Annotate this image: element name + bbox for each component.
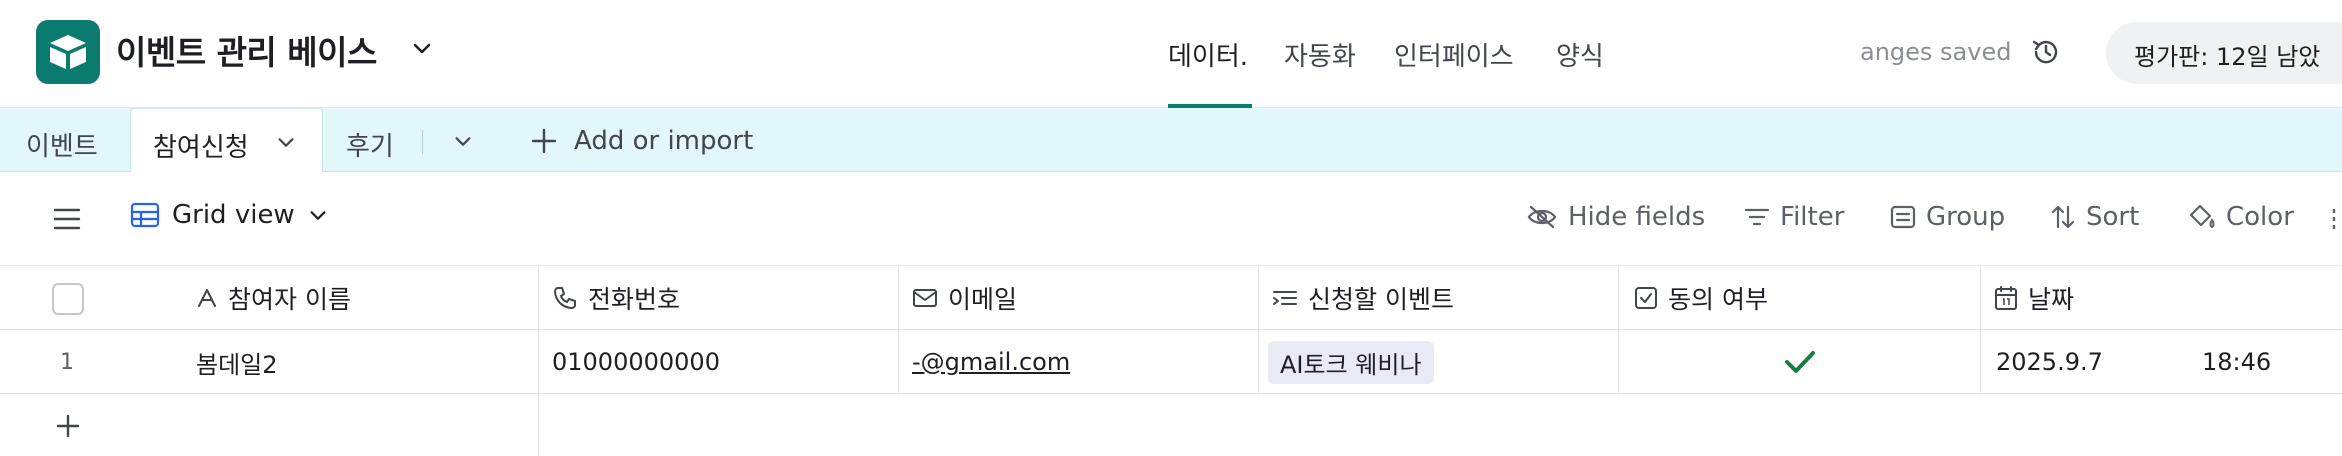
text-field-icon bbox=[198, 289, 216, 307]
column-header-email[interactable]: 이메일 bbox=[912, 266, 1017, 330]
email-link[interactable]: -@gmail.com bbox=[912, 348, 1070, 376]
base-logo-icon[interactable] bbox=[36, 20, 100, 84]
filter-button[interactable]: Filter bbox=[1744, 202, 1844, 232]
chevron-down-icon[interactable] bbox=[452, 130, 474, 152]
envelope-icon bbox=[913, 289, 937, 307]
eye-off-icon bbox=[1527, 205, 1557, 229]
linked-record-pill[interactable]: AI토크 웨비나 bbox=[1268, 340, 1434, 384]
table-tab-label: 참여신청 bbox=[153, 133, 249, 163]
view-toolbar: Grid view Hide fields Filter Group Sort bbox=[0, 172, 2342, 266]
chevron-down-icon[interactable] bbox=[275, 131, 297, 153]
app-header: 이벤트 관리 베이스 데이터. 자동화 인터페이스 양식 anges saved… bbox=[0, 0, 2342, 108]
column-header-label: 참여자 이름 bbox=[228, 285, 351, 314]
base-name[interactable]: 이벤트 관리 베이스 bbox=[116, 26, 377, 74]
column-header-date[interactable]: 날짜 bbox=[1994, 266, 2074, 330]
more-options-icon[interactable] bbox=[2332, 206, 2336, 232]
cell-event[interactable]: AI토크 웨비나 bbox=[1268, 330, 1434, 394]
color-button[interactable]: Color bbox=[2186, 202, 2294, 232]
sort-label: Sort bbox=[2086, 202, 2140, 232]
column-header-event[interactable]: 신청할 이벤트 bbox=[1272, 266, 1454, 330]
cell-consent[interactable] bbox=[1784, 330, 1816, 394]
paint-bucket-icon bbox=[2189, 204, 2215, 229]
plus-icon bbox=[531, 128, 557, 154]
trial-badge[interactable]: 평가판: 12일 남았 bbox=[2106, 22, 2342, 84]
menu-icon[interactable] bbox=[52, 206, 82, 232]
nav-interfaces[interactable]: 인터페이스 bbox=[1394, 36, 1514, 73]
column-header-label: 이메일 bbox=[948, 285, 1018, 314]
table-tab-registrations[interactable]: 참여신청 bbox=[130, 108, 323, 173]
cell-name[interactable]: 봄데일2 bbox=[196, 330, 278, 394]
add-or-import-label: Add or import bbox=[574, 126, 754, 156]
filter-icon bbox=[1744, 208, 1770, 226]
hide-fields-button[interactable]: Hide fields bbox=[1526, 202, 1705, 232]
plus-icon[interactable] bbox=[54, 412, 82, 440]
column-divider bbox=[538, 266, 539, 456]
hide-fields-label: Hide fields bbox=[1568, 202, 1706, 232]
table-tabs-bar: 이벤트 참여신청 후기 Add or import bbox=[0, 108, 2342, 173]
checkmark-icon bbox=[1785, 351, 1815, 373]
column-divider bbox=[1258, 266, 1259, 394]
nav-data[interactable]: 데이터. bbox=[1168, 36, 1248, 73]
table-row[interactable]: 1 봄데일2 01000000000 -@gmail.com AI토크 웨비나 … bbox=[0, 330, 2342, 394]
cell-email[interactable]: -@gmail.com bbox=[912, 330, 1070, 394]
chevron-down-icon bbox=[310, 211, 326, 220]
column-header-label: 전화번호 bbox=[588, 285, 681, 314]
add-record-row[interactable] bbox=[0, 394, 540, 456]
group-label: Group bbox=[1926, 202, 2006, 232]
row-number: 1 bbox=[60, 349, 74, 375]
group-button[interactable]: Group bbox=[1890, 202, 2005, 232]
save-status: anges saved bbox=[1860, 38, 2012, 66]
records-grid: 참여자 이름 전화번호 이메일 신청할 이벤트 동의 여부 날짜 1 봄데일2 … bbox=[0, 266, 2342, 456]
column-header-consent[interactable]: 동의 여부 bbox=[1634, 266, 1768, 330]
column-header-label: 신청할 이벤트 bbox=[1308, 285, 1454, 314]
sort-button[interactable]: Sort bbox=[2050, 202, 2139, 232]
column-header-label: 동의 여부 bbox=[1668, 285, 1768, 314]
color-label: Color bbox=[2226, 202, 2294, 232]
column-divider bbox=[1980, 266, 1981, 394]
select-all-checkbox[interactable] bbox=[52, 283, 84, 315]
checkbox-field-icon bbox=[1635, 287, 1657, 309]
chevron-down-icon[interactable] bbox=[410, 36, 434, 60]
grid-icon bbox=[130, 202, 160, 228]
nav-automations[interactable]: 자동화 bbox=[1284, 36, 1356, 73]
filter-label: Filter bbox=[1780, 202, 1845, 232]
column-header-name[interactable]: 참여자 이름 bbox=[196, 266, 351, 330]
column-divider bbox=[898, 266, 899, 394]
column-header-phone[interactable]: 전화번호 bbox=[552, 266, 680, 330]
add-or-import-button[interactable]: Add or import bbox=[530, 126, 753, 156]
tab-divider bbox=[422, 130, 423, 154]
view-switcher[interactable]: Grid view bbox=[130, 200, 329, 230]
calendar-icon bbox=[1995, 286, 2017, 310]
grid-header-row: 참여자 이름 전화번호 이메일 신청할 이벤트 동의 여부 날짜 bbox=[0, 266, 2342, 330]
view-name: Grid view bbox=[172, 200, 295, 230]
phone-icon bbox=[554, 287, 576, 309]
cell-time[interactable]: 18:46 bbox=[2202, 330, 2271, 394]
trial-text: 평가판: 12일 남았 bbox=[2134, 43, 2321, 71]
table-tab-label: 후기 bbox=[346, 132, 394, 162]
cell-date[interactable]: 2025.9.7 bbox=[1996, 330, 2103, 394]
cell-phone[interactable]: 01000000000 bbox=[552, 330, 720, 394]
group-icon bbox=[1890, 205, 1916, 229]
column-divider bbox=[1618, 266, 1619, 394]
column-header-label: 날짜 bbox=[2028, 285, 2075, 314]
link-record-icon bbox=[1273, 291, 1297, 305]
table-tab-label: 이벤트 bbox=[26, 132, 98, 162]
history-icon[interactable] bbox=[2030, 36, 2062, 68]
sort-icon bbox=[2051, 205, 2075, 229]
nav-forms[interactable]: 양식 bbox=[1556, 36, 1604, 73]
